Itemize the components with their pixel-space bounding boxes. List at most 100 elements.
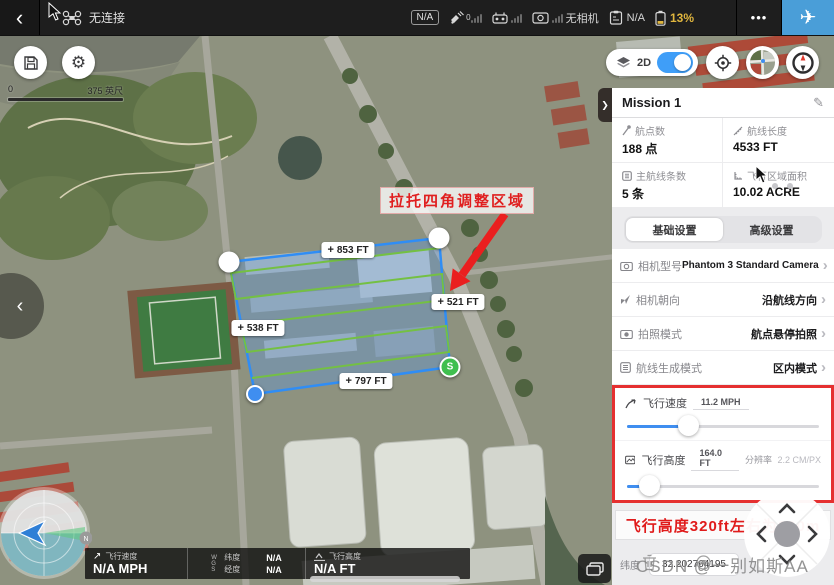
stat-main-lines: 主航线条数 5 条 xyxy=(612,163,723,208)
speed-slider-label: 飞行速度 xyxy=(643,395,687,411)
map-annotation-label: 拉托四角调整区域 xyxy=(380,187,534,214)
topbar-spacer xyxy=(129,0,410,35)
corner-handle-bottom-left[interactable] xyxy=(246,385,264,403)
checklist-icon xyxy=(609,10,623,25)
scale-max-label: 375 英尺 xyxy=(87,84,123,97)
top-status-bar: ‹ 无连接 N/A 0 xyxy=(0,0,834,36)
save-mission-button[interactable] xyxy=(14,46,47,79)
setting-route-mode[interactable]: 航线生成模式 区内模式 › xyxy=(612,351,834,384)
map-2d-toggle[interactable]: 2D xyxy=(606,49,698,76)
setting-photo-mode[interactable]: 拍照模式 航点悬停拍照 › xyxy=(612,317,834,350)
map-screenshot-button[interactable] xyxy=(578,554,611,583)
battery-percent: 13% xyxy=(670,11,694,25)
move-icon: + xyxy=(237,322,243,334)
stat-route-length: 航线长度 4533 FT xyxy=(723,118,834,163)
edge-length-right[interactable]: + 521 FT xyxy=(431,294,484,310)
camera-signal-bars xyxy=(552,13,563,23)
edge-length-left[interactable]: + 538 FT xyxy=(231,320,284,336)
altitude-slider-icon xyxy=(625,455,635,465)
topbar-indicators: N/A 0 xyxy=(411,0,737,35)
tab-advanced-settings[interactable]: 高级设置 xyxy=(723,218,820,241)
chevron-right-icon: › xyxy=(821,325,826,342)
resolution-value: 2.2 CM/PX xyxy=(777,455,821,465)
camera-status-label: 无相机 xyxy=(566,10,599,26)
checklist-indicator: N/A xyxy=(609,10,645,25)
altitude-slider-label: 飞行高度 xyxy=(641,452,685,468)
gear-icon: ⚙ xyxy=(71,53,86,73)
speed-slider-row: 飞行速度 11.2 MPH xyxy=(615,388,831,440)
route-mode-icon xyxy=(620,362,631,373)
takeoff-button[interactable]: ✈ xyxy=(782,0,834,35)
edge-length-left-value: 538 FT xyxy=(247,323,279,334)
telemetry-altitude: 飞行高度 N/A FT xyxy=(305,548,401,579)
locate-me-button[interactable] xyxy=(706,46,739,79)
speed-slider-thumb[interactable] xyxy=(678,415,699,436)
watermark: CSDN @一别如斯AA xyxy=(636,552,809,577)
edge-length-right-value: 521 FT xyxy=(447,297,479,308)
screenshot-icon xyxy=(586,562,604,576)
waypoint-icon xyxy=(622,125,631,136)
mission-panel: ❯ Mission 1 ✎ 航点数 188 点 航 xyxy=(612,88,834,585)
route-lines-icon xyxy=(622,171,632,181)
mission-area-polygon xyxy=(229,238,450,394)
locate-icon xyxy=(714,54,732,72)
speed-slider[interactable] xyxy=(625,415,821,437)
compass-reset-button[interactable] xyxy=(786,46,819,79)
telemetry-bar: ↗ 飞行速度 N/A MPH WGS 纬度 N/A 经度 N/A xyxy=(85,548,470,579)
attitude-indicator: N xyxy=(0,486,92,581)
rc-indicator xyxy=(492,11,522,24)
chevron-right-icon: › xyxy=(821,291,826,308)
more-menu-button[interactable]: ••• xyxy=(736,0,782,35)
mouse-cursor xyxy=(48,2,62,22)
altitude-icon xyxy=(314,553,325,561)
lat-value: N/A xyxy=(266,553,282,563)
map-type-button[interactable] xyxy=(746,46,779,79)
setting-camera-model[interactable]: 相机型号 Phantom 3 Standard Camera › xyxy=(612,249,834,282)
edit-mission-icon[interactable]: ✎ xyxy=(813,95,824,111)
satellite-icon xyxy=(449,11,465,25)
setting-camera-heading[interactable]: 相机朝向 沿航线方向 › xyxy=(612,283,834,316)
settings-tabs: 基础设置 高级设置 xyxy=(624,216,822,243)
map-settings-button[interactable]: ⚙ xyxy=(62,46,95,79)
edge-length-bottom-value: 797 FT xyxy=(355,376,387,387)
altitude-slider-thumb[interactable] xyxy=(639,475,660,496)
map-type-thumbnail xyxy=(749,49,776,76)
satellite-indicator: 0 xyxy=(449,11,481,25)
takeoff-plane-icon: ✈ xyxy=(800,5,817,30)
edge-length-top[interactable]: + 853 FT xyxy=(321,242,374,258)
stats-page-dots xyxy=(772,183,793,189)
heading-icon xyxy=(620,294,631,305)
remote-controller-icon xyxy=(492,11,508,24)
battery-indicator: 13% xyxy=(655,10,694,26)
start-point-marker[interactable]: S xyxy=(440,357,461,378)
2d-toggle-switch[interactable] xyxy=(657,52,693,73)
corner-handle-top-left[interactable] xyxy=(219,252,240,273)
corner-handle-top-right[interactable] xyxy=(429,228,450,249)
mission-stats: 航点数 188 点 航线长度 4533 FT xyxy=(612,118,834,208)
speed-slider-value: 11.2 MPH xyxy=(693,397,749,410)
back-button[interactable]: ‹ xyxy=(0,0,40,35)
mouse-cursor xyxy=(755,165,769,185)
move-icon: + xyxy=(437,296,443,308)
rc-signal-bars xyxy=(511,13,522,23)
speed-slider-icon xyxy=(625,398,637,409)
start-label: S xyxy=(447,362,454,373)
resolution-label: 分辨率 xyxy=(745,455,772,465)
camera-icon xyxy=(532,11,549,24)
tab-basic-settings[interactable]: 基础设置 xyxy=(626,218,723,241)
photo-mode-icon xyxy=(620,329,633,339)
lng-label: 经度 xyxy=(224,564,240,575)
chevron-right-icon: › xyxy=(821,359,826,376)
mission-title: Mission 1 xyxy=(622,95,813,110)
altitude-slider-value: 164.0 FT xyxy=(691,448,738,471)
telemetry-speed: ↗ 飞行速度 N/A MPH xyxy=(85,548,187,579)
flight-parameters-highlight: 飞行速度 11.2 MPH 飞行高度 164.0 FT xyxy=(612,385,834,503)
north-badge: N xyxy=(83,536,88,543)
mission-header: Mission 1 ✎ xyxy=(612,88,834,118)
edge-length-top-value: 853 FT xyxy=(337,245,369,256)
chevron-right-icon: › xyxy=(823,257,828,274)
stat-waypoints: 航点数 188 点 xyxy=(612,118,723,163)
panel-collapse-tab[interactable]: ❯ xyxy=(598,88,612,122)
edge-length-bottom[interactable]: + 797 FT xyxy=(339,373,392,389)
checklist-value: N/A xyxy=(627,12,645,24)
